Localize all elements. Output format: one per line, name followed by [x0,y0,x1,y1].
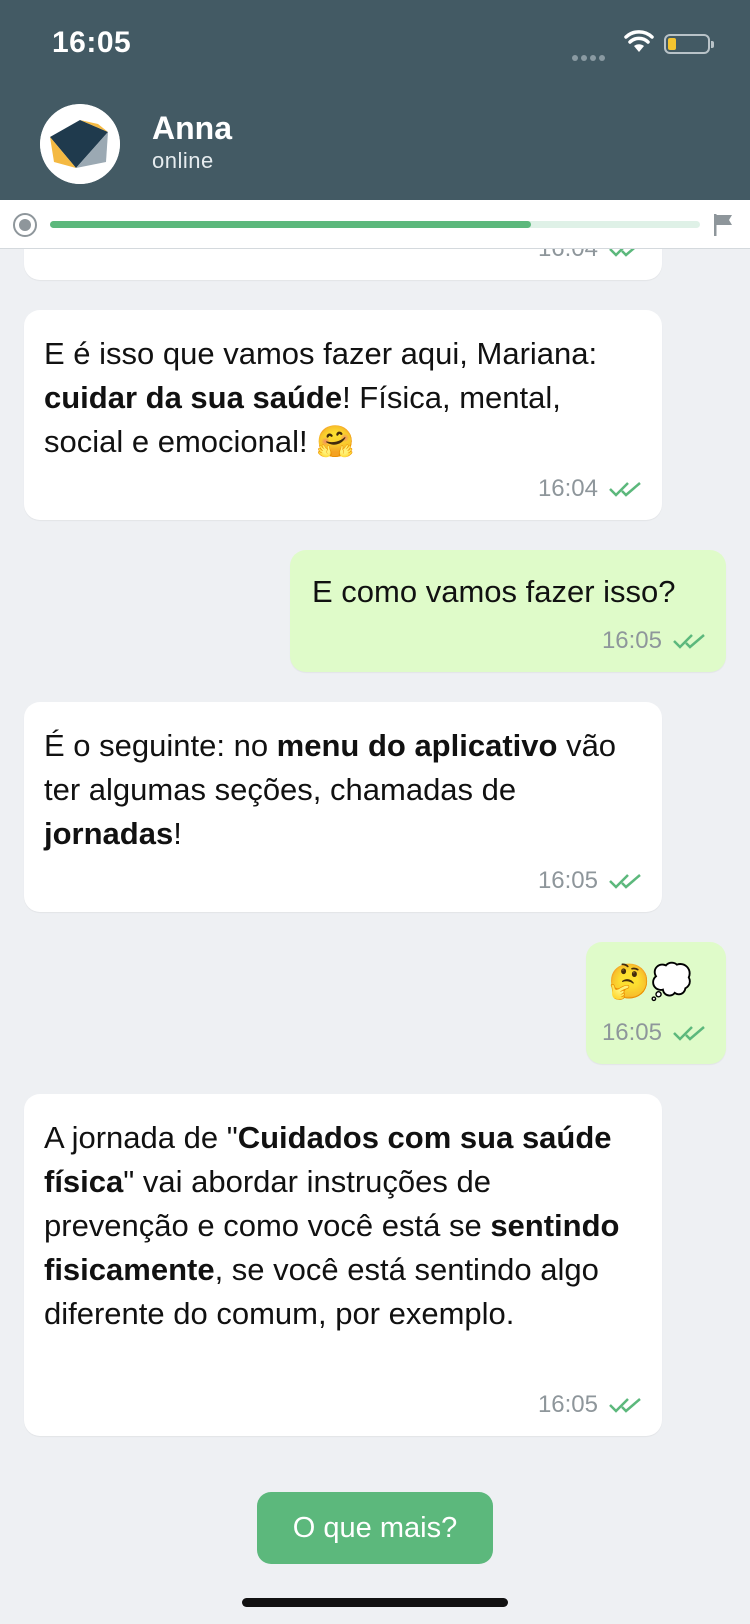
message-time: 16:05 [601,627,662,654]
message-incoming: É o seguinte: no menu do aplicativo vão … [24,702,662,912]
chat-header: 16:05 Anna online [0,0,750,200]
progress-track [50,221,700,228]
message-time: 16:05 [537,1391,598,1418]
message-time: 16:05 [601,1019,662,1046]
message-text: E é isso que vamos fazer aqui, Mariana: … [44,336,598,459]
message-incoming: A jornada de "Cuidados com sua saúde fís… [24,1094,662,1436]
quick-reply-button[interactable]: O que mais? [257,1492,493,1564]
message-meta: 16:05 [538,866,644,896]
home-indicator[interactable] [242,1598,508,1607]
anna-logo-icon [40,104,120,184]
double-check-icon [609,1398,641,1413]
message-outgoing: E como vamos fazer isso? 16:05 [290,550,726,672]
message-text: A jornada de "Cuidados com sua saúde fís… [44,1120,620,1331]
message-incoming: E é isso que vamos fazer aqui, Mariana: … [24,310,662,520]
status-icons [572,30,722,61]
status-time: 16:05 [52,26,132,59]
message-meta: 16:05 [602,626,708,656]
progress-start-icon [13,213,37,237]
chat-thread[interactable]: 16:04 E é isso que vamos fazer aqui, Mar… [0,248,750,1624]
double-check-icon [609,248,637,257]
message-meta: 16:05 [538,1390,644,1420]
wifi-icon [624,30,654,52]
message-text: É o seguinte: no menu do aplicativo vão … [44,728,617,851]
journey-progress [0,200,750,249]
message-time: 16:04 [537,248,598,262]
progress-fill [50,221,531,228]
contact-status: online [152,148,214,173]
message-time: 16:04 [537,475,598,502]
message-text: E como vamos fazer isso? [312,574,676,609]
double-check-icon [673,634,705,649]
double-check-icon [609,482,641,497]
contact-name: Anna [152,110,232,146]
message-meta: 16:04 [538,248,644,264]
battery-icon [664,34,714,54]
double-check-icon [673,1026,705,1041]
message-meta: 16:05 [602,1018,708,1048]
message-time: 16:05 [537,867,598,894]
cellular-signal-icon [572,48,608,66]
avatar[interactable] [40,104,120,184]
double-check-icon [609,874,641,889]
message-meta: 16:04 [538,474,644,504]
flag-icon [714,214,732,236]
message-incoming: 16:04 [24,248,662,280]
message-emoji: 🤔💭 [608,963,693,1001]
message-outgoing: 🤔💭 16:05 [586,942,726,1064]
